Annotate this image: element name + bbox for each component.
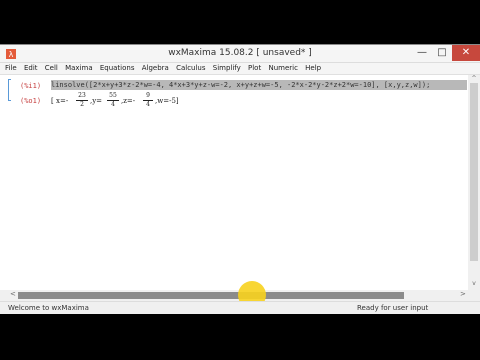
output-x-prefix: x=-	[56, 97, 69, 105]
horizontal-scroll-thumb[interactable]	[18, 292, 404, 299]
maximize-button[interactable]: □	[434, 45, 450, 61]
wxmaxima-window: λ wxMaxima 15.08.2 [ unsaved* ] — □ ✕ Fi…	[0, 44, 480, 314]
menu-simplify[interactable]: Simplify	[213, 63, 241, 74]
menu-plot[interactable]: Plot	[248, 63, 261, 74]
y-numerator: 55	[107, 92, 119, 101]
z-numerator: 9	[143, 92, 153, 101]
menu-equations[interactable]: Equations	[100, 63, 135, 74]
input-cell[interactable]: linsolve([2*x+y+3*z-2*w=-4, 4*x+3*y+z-w=…	[51, 80, 467, 90]
output-z-fraction: 9 4	[143, 92, 153, 109]
output-y-fraction: 55 4	[107, 92, 119, 109]
worksheet[interactable]: (%i1) linsolve([2*x+y+3*z-2*w=-4, 4*x+3*…	[0, 75, 468, 290]
horizontal-scrollbar[interactable]: < >	[0, 290, 468, 300]
output-label: (%o1)	[20, 97, 42, 105]
output-open-bracket: [	[51, 97, 54, 105]
vertical-scrollbar[interactable]: ^ v	[468, 75, 480, 290]
status-ready: Ready for user input	[357, 304, 429, 312]
title-bar[interactable]: λ wxMaxima 15.08.2 [ unsaved* ] — □ ✕	[0, 45, 480, 63]
menu-help[interactable]: Help	[305, 63, 321, 74]
vertical-scroll-thumb[interactable]	[470, 83, 478, 261]
menu-file[interactable]: File	[5, 63, 17, 74]
output-w-part: ,w=-5]	[155, 97, 179, 105]
status-message: Welcome to wxMaxima	[8, 304, 89, 312]
output-x-fraction: 23 2	[76, 92, 88, 109]
menu-numeric[interactable]: Numeric	[268, 63, 297, 74]
window-title: wxMaxima 15.08.2 [ unsaved* ]	[168, 48, 312, 58]
menu-edit[interactable]: Edit	[24, 63, 38, 74]
y-denominator: 4	[111, 101, 115, 108]
scroll-down-arrow[interactable]: v	[470, 280, 478, 287]
menu-algebra[interactable]: Algebra	[142, 63, 169, 74]
menu-bar: File Edit Cell Maxima Equations Algebra …	[0, 63, 480, 75]
menu-calculus[interactable]: Calculus	[176, 63, 205, 74]
menu-cell[interactable]: Cell	[45, 63, 58, 74]
z-denominator: 4	[146, 101, 150, 108]
scroll-right-arrow[interactable]: >	[460, 290, 466, 298]
status-bar: Welcome to wxMaxima Ready for user input	[0, 301, 480, 314]
output-y-prefix: ,y=	[90, 97, 103, 105]
input-label: (%i1)	[20, 82, 42, 90]
menu-maxima[interactable]: Maxima	[65, 63, 93, 74]
scroll-left-arrow[interactable]: <	[10, 290, 16, 298]
cell-bracket[interactable]	[8, 79, 11, 101]
x-denominator: 2	[80, 101, 84, 108]
output-z-prefix: ,z=-	[121, 97, 136, 105]
minimize-button[interactable]: —	[414, 45, 430, 61]
scroll-up-arrow[interactable]: ^	[470, 75, 478, 82]
x-numerator: 23	[76, 92, 88, 101]
close-button[interactable]: ✕	[452, 45, 480, 61]
